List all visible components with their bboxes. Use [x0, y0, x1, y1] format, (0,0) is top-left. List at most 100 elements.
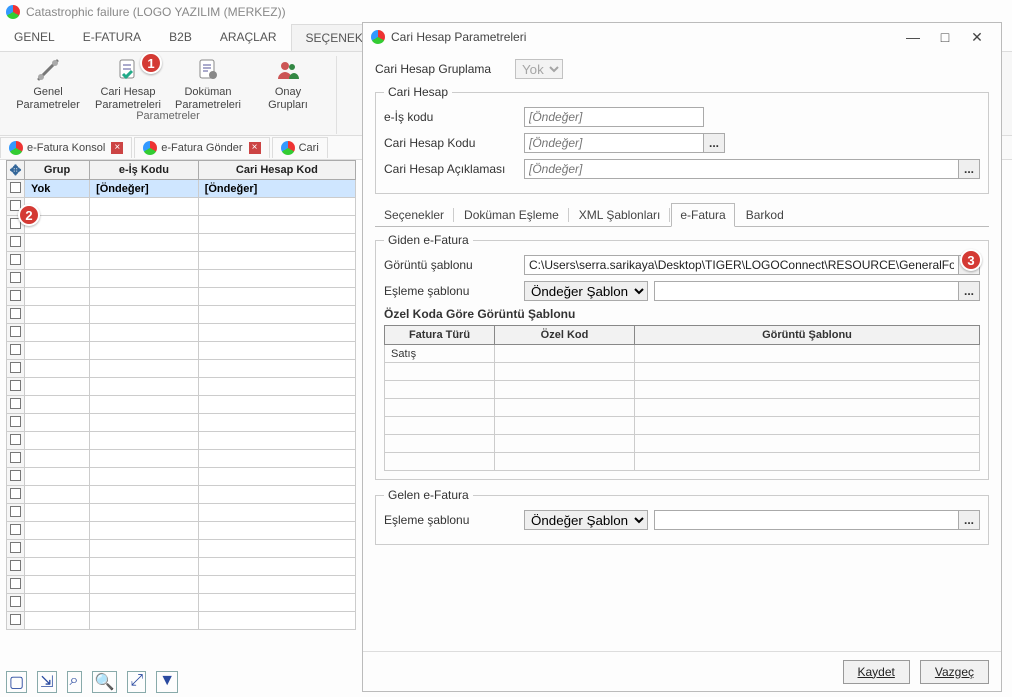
minimize-icon[interactable]: — — [897, 29, 929, 45]
col-fatura-turu[interactable]: Fatura Türü — [385, 326, 495, 345]
close-icon[interactable]: ✕ — [961, 29, 993, 46]
table-row[interactable] — [7, 288, 356, 306]
row-checkbox[interactable] — [10, 470, 21, 481]
row-checkbox[interactable] — [10, 452, 21, 463]
tab-e-fatura[interactable]: e-Fatura — [671, 203, 734, 227]
menu-araclar[interactable]: ARAÇLAR — [206, 24, 291, 51]
close-icon[interactable]: × — [111, 142, 123, 154]
browse-button[interactable]: ... — [958, 510, 980, 530]
tab-cari[interactable]: Cari — [272, 137, 328, 158]
row-checkbox[interactable] — [10, 344, 21, 355]
table-row[interactable] — [7, 306, 356, 324]
browse-button[interactable]: ... — [703, 133, 725, 153]
table-row[interactable] — [385, 417, 980, 435]
table-row[interactable] — [7, 558, 356, 576]
grid-tool-icon[interactable]: ⇲ — [37, 671, 56, 693]
table-row[interactable]: Satış — [385, 345, 980, 363]
table-row[interactable] — [7, 504, 356, 522]
grid-tool-icon[interactable]: ⌕ — [67, 671, 82, 693]
row-checkbox[interactable] — [10, 272, 21, 283]
tab-dokuman-esleme[interactable]: Doküman Eşleme — [455, 203, 568, 227]
row-checkbox[interactable] — [10, 254, 21, 265]
close-icon[interactable]: × — [249, 142, 261, 154]
table-row[interactable] — [7, 198, 356, 216]
row-checkbox[interactable] — [10, 524, 21, 535]
row-checkbox[interactable] — [10, 506, 21, 517]
table-row[interactable] — [7, 486, 356, 504]
table-row[interactable] — [7, 468, 356, 486]
ribbon-onay-gruplari[interactable]: Onay Grupları — [248, 56, 328, 112]
save-button[interactable]: Kaydet — [843, 660, 910, 684]
ribbon-genel-parametreler[interactable]: Genel Parametreler — [8, 56, 88, 112]
row-checkbox[interactable] — [10, 182, 21, 193]
col-ozel-kod[interactable]: Özel Kod — [495, 326, 635, 345]
tab-efatura-gonder[interactable]: e-Fatura Gönder × — [134, 137, 269, 158]
input-cari-aciklama[interactable] — [524, 159, 959, 179]
table-row[interactable] — [7, 594, 356, 612]
grid-corner[interactable]: ✥ — [7, 161, 25, 180]
row-checkbox[interactable] — [10, 578, 21, 589]
row-checkbox[interactable] — [10, 380, 21, 391]
col-cari[interactable]: Cari Hesap Kod — [198, 161, 355, 180]
row-checkbox[interactable] — [10, 614, 21, 625]
table-row[interactable] — [7, 378, 356, 396]
table-row[interactable] — [7, 216, 356, 234]
filter-icon[interactable]: ▼ — [156, 671, 178, 693]
table-row[interactable] — [7, 342, 356, 360]
row-checkbox[interactable] — [10, 308, 21, 319]
tab-secenekler[interactable]: Seçenekler — [375, 203, 453, 227]
row-checkbox[interactable] — [10, 398, 21, 409]
main-grid[interactable]: ✥ Grup e-İş Kodu Cari Hesap Kod Yok [Önd… — [6, 160, 356, 630]
table-row[interactable] — [385, 399, 980, 417]
table-row[interactable] — [7, 414, 356, 432]
col-grup[interactable]: Grup — [25, 161, 90, 180]
row-checkbox[interactable] — [10, 542, 21, 553]
table-row[interactable] — [7, 360, 356, 378]
input-eis-kodu[interactable] — [524, 107, 704, 127]
row-checkbox[interactable] — [10, 434, 21, 445]
row-checkbox[interactable] — [10, 488, 21, 499]
ozel-kod-grid[interactable]: Fatura Türü Özel Kod Görüntü Şablonu Sat… — [384, 325, 980, 471]
col-eis[interactable]: e-İş Kodu — [90, 161, 199, 180]
table-row[interactable] — [7, 252, 356, 270]
maximize-icon[interactable]: □ — [929, 29, 961, 45]
menu-efatura[interactable]: E-FATURA — [69, 24, 155, 51]
input-goruntu-sablonu[interactable] — [524, 255, 959, 275]
input-cari-kodu[interactable] — [524, 133, 704, 153]
input-esleme-sablonu-path[interactable] — [654, 281, 959, 301]
row-checkbox[interactable] — [10, 326, 21, 337]
tab-barkod[interactable]: Barkod — [737, 203, 793, 227]
table-row[interactable] — [7, 270, 356, 288]
menu-genel[interactable]: GENEL — [0, 24, 69, 51]
grid-tool-icon[interactable]: ▢ — [6, 671, 27, 693]
row-checkbox[interactable] — [10, 560, 21, 571]
tab-efatura-konsol[interactable]: e-Fatura Konsol × — [0, 137, 132, 158]
table-row[interactable] — [385, 363, 980, 381]
grid-tool-icon[interactable]: ⤢ — [127, 671, 146, 693]
browse-button[interactable]: ... — [958, 281, 980, 301]
table-row[interactable] — [7, 396, 356, 414]
table-row[interactable] — [7, 324, 356, 342]
table-row[interactable] — [7, 450, 356, 468]
table-row[interactable] — [385, 453, 980, 471]
input-gelen-esleme-path[interactable] — [654, 510, 959, 530]
row-checkbox[interactable] — [10, 596, 21, 607]
ribbon-cari-hesap-parametreleri[interactable]: Cari Hesap Parametreleri 1 — [88, 56, 168, 112]
row-checkbox[interactable] — [10, 416, 21, 427]
select-gruplama[interactable]: Yok — [515, 59, 563, 79]
menu-b2b[interactable]: B2B — [155, 24, 206, 51]
tab-xml-sablonlari[interactable]: XML Şablonları — [570, 203, 670, 227]
table-row[interactable] — [7, 576, 356, 594]
table-row[interactable] — [7, 612, 356, 630]
select-gelen-esleme[interactable]: Öndeğer Şablon — [524, 510, 648, 530]
grid-tool-icon[interactable]: 🔍 — [92, 671, 118, 693]
table-row[interactable] — [7, 522, 356, 540]
table-row[interactable] — [7, 540, 356, 558]
select-esleme-sablonu[interactable]: Öndeğer Şablon — [524, 281, 648, 301]
row-checkbox[interactable] — [10, 290, 21, 301]
row-checkbox[interactable] — [10, 362, 21, 373]
table-row[interactable] — [7, 234, 356, 252]
table-row[interactable] — [385, 381, 980, 399]
row-checkbox[interactable] — [10, 236, 21, 247]
table-row[interactable] — [7, 432, 356, 450]
